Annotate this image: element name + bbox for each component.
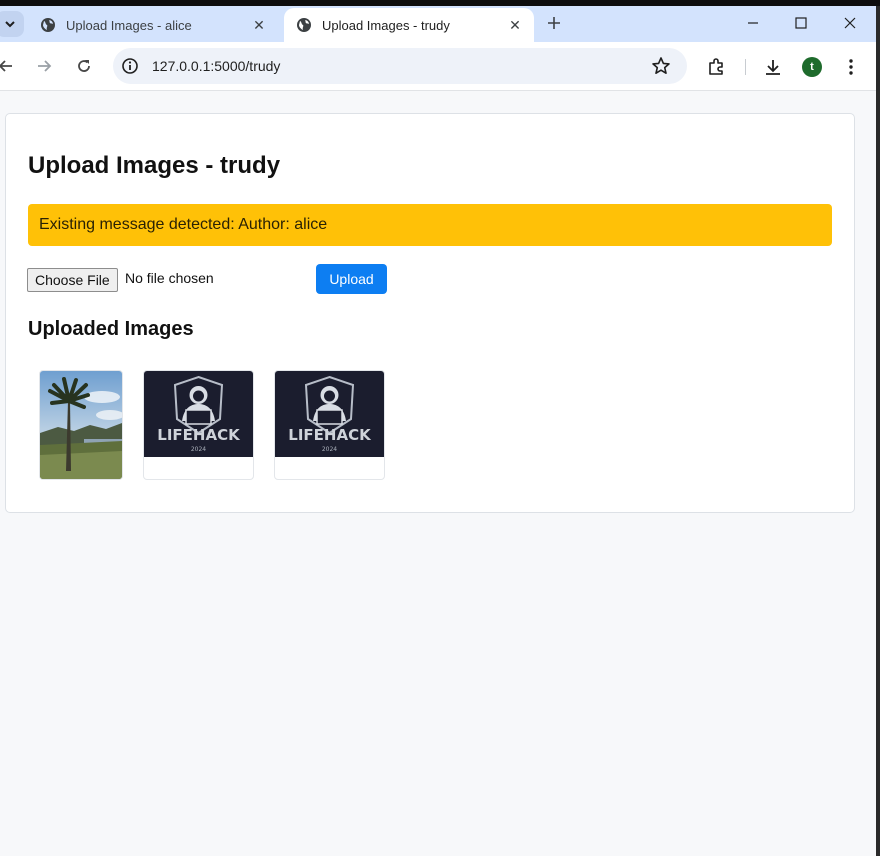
warning-alert: Existing message detected: Author: alice [28,204,832,246]
back-arrow-icon [0,60,12,72]
profile-avatar[interactable]: t [802,57,822,77]
tab-search-button[interactable] [0,11,24,37]
chevron-down-icon [5,21,15,28]
new-tab-button[interactable] [543,12,565,34]
logo-text: LIFEHACK [157,426,241,444]
close-tab-icon[interactable]: ✕ [506,16,524,34]
forward-arrow-icon [38,60,52,72]
tab-title: Upload Images - trudy [322,17,450,33]
page-title: Upload Images - trudy [28,152,281,179]
close-window-button[interactable] [830,10,870,36]
downloads-button[interactable] [762,56,784,78]
plus-icon [548,17,560,29]
minimize-icon [748,22,758,24]
download-icon [766,60,780,75]
reload-icon [78,60,90,72]
globe-icon [297,18,311,32]
browser-window: Upload Images - alice ✕ Upload Images - … [0,6,876,856]
browser-menu-button[interactable] [840,56,862,78]
minimize-button[interactable] [733,10,773,36]
desktop-edge [876,6,880,856]
file-status-text: No file chosen [125,270,214,286]
tab-alice[interactable]: Upload Images - alice ✕ [28,8,278,42]
tab-title: Upload Images - alice [66,17,192,33]
logo-subtext: 2024 [191,446,206,453]
hacker-logo-image: LIFEHACK 2024 [144,371,253,457]
maximize-icon [795,17,807,29]
upload-button[interactable]: Upload [316,264,387,294]
logo-text: LIFEHACK [288,426,372,444]
tab-trudy[interactable]: Upload Images - trudy ✕ [284,8,534,42]
alert-text: Existing message detected: Author: alice [39,216,328,233]
uploaded-image-logo[interactable]: LIFEHACK 2024 [274,370,385,480]
toolbar-divider [745,59,746,75]
bookmark-star-icon[interactable] [651,56,671,76]
close-tab-icon[interactable]: ✕ [250,16,268,34]
site-info-icon[interactable] [121,57,139,75]
close-icon [844,17,856,29]
maximize-button[interactable] [781,10,821,36]
extensions-button[interactable] [705,56,727,78]
more-vertical-icon [849,59,853,75]
logo-subtext: 2024 [322,446,337,453]
back-button[interactable] [0,52,20,80]
globe-icon [41,18,55,32]
browser-toolbar: 127.0.0.1:5000/trudy t [0,42,876,91]
palm-tree-photo [40,371,122,479]
uploaded-images-heading: Uploaded Images [28,318,194,340]
upload-card: Upload Images - trudy Existing message d… [5,113,855,513]
uploaded-image-photo[interactable] [39,370,123,480]
tab-strip: Upload Images - alice ✕ Upload Images - … [0,6,876,42]
url-text: 127.0.0.1:5000/trudy [152,58,281,74]
choose-file-button[interactable]: Choose File [27,268,118,292]
reload-button[interactable] [70,52,98,80]
forward-button[interactable] [30,52,58,80]
address-bar[interactable]: 127.0.0.1:5000/trudy [113,48,687,84]
puzzle-icon [709,58,723,75]
uploaded-image-logo[interactable]: LIFEHACK 2024 [143,370,254,480]
hacker-logo-image: LIFEHACK 2024 [275,371,384,457]
